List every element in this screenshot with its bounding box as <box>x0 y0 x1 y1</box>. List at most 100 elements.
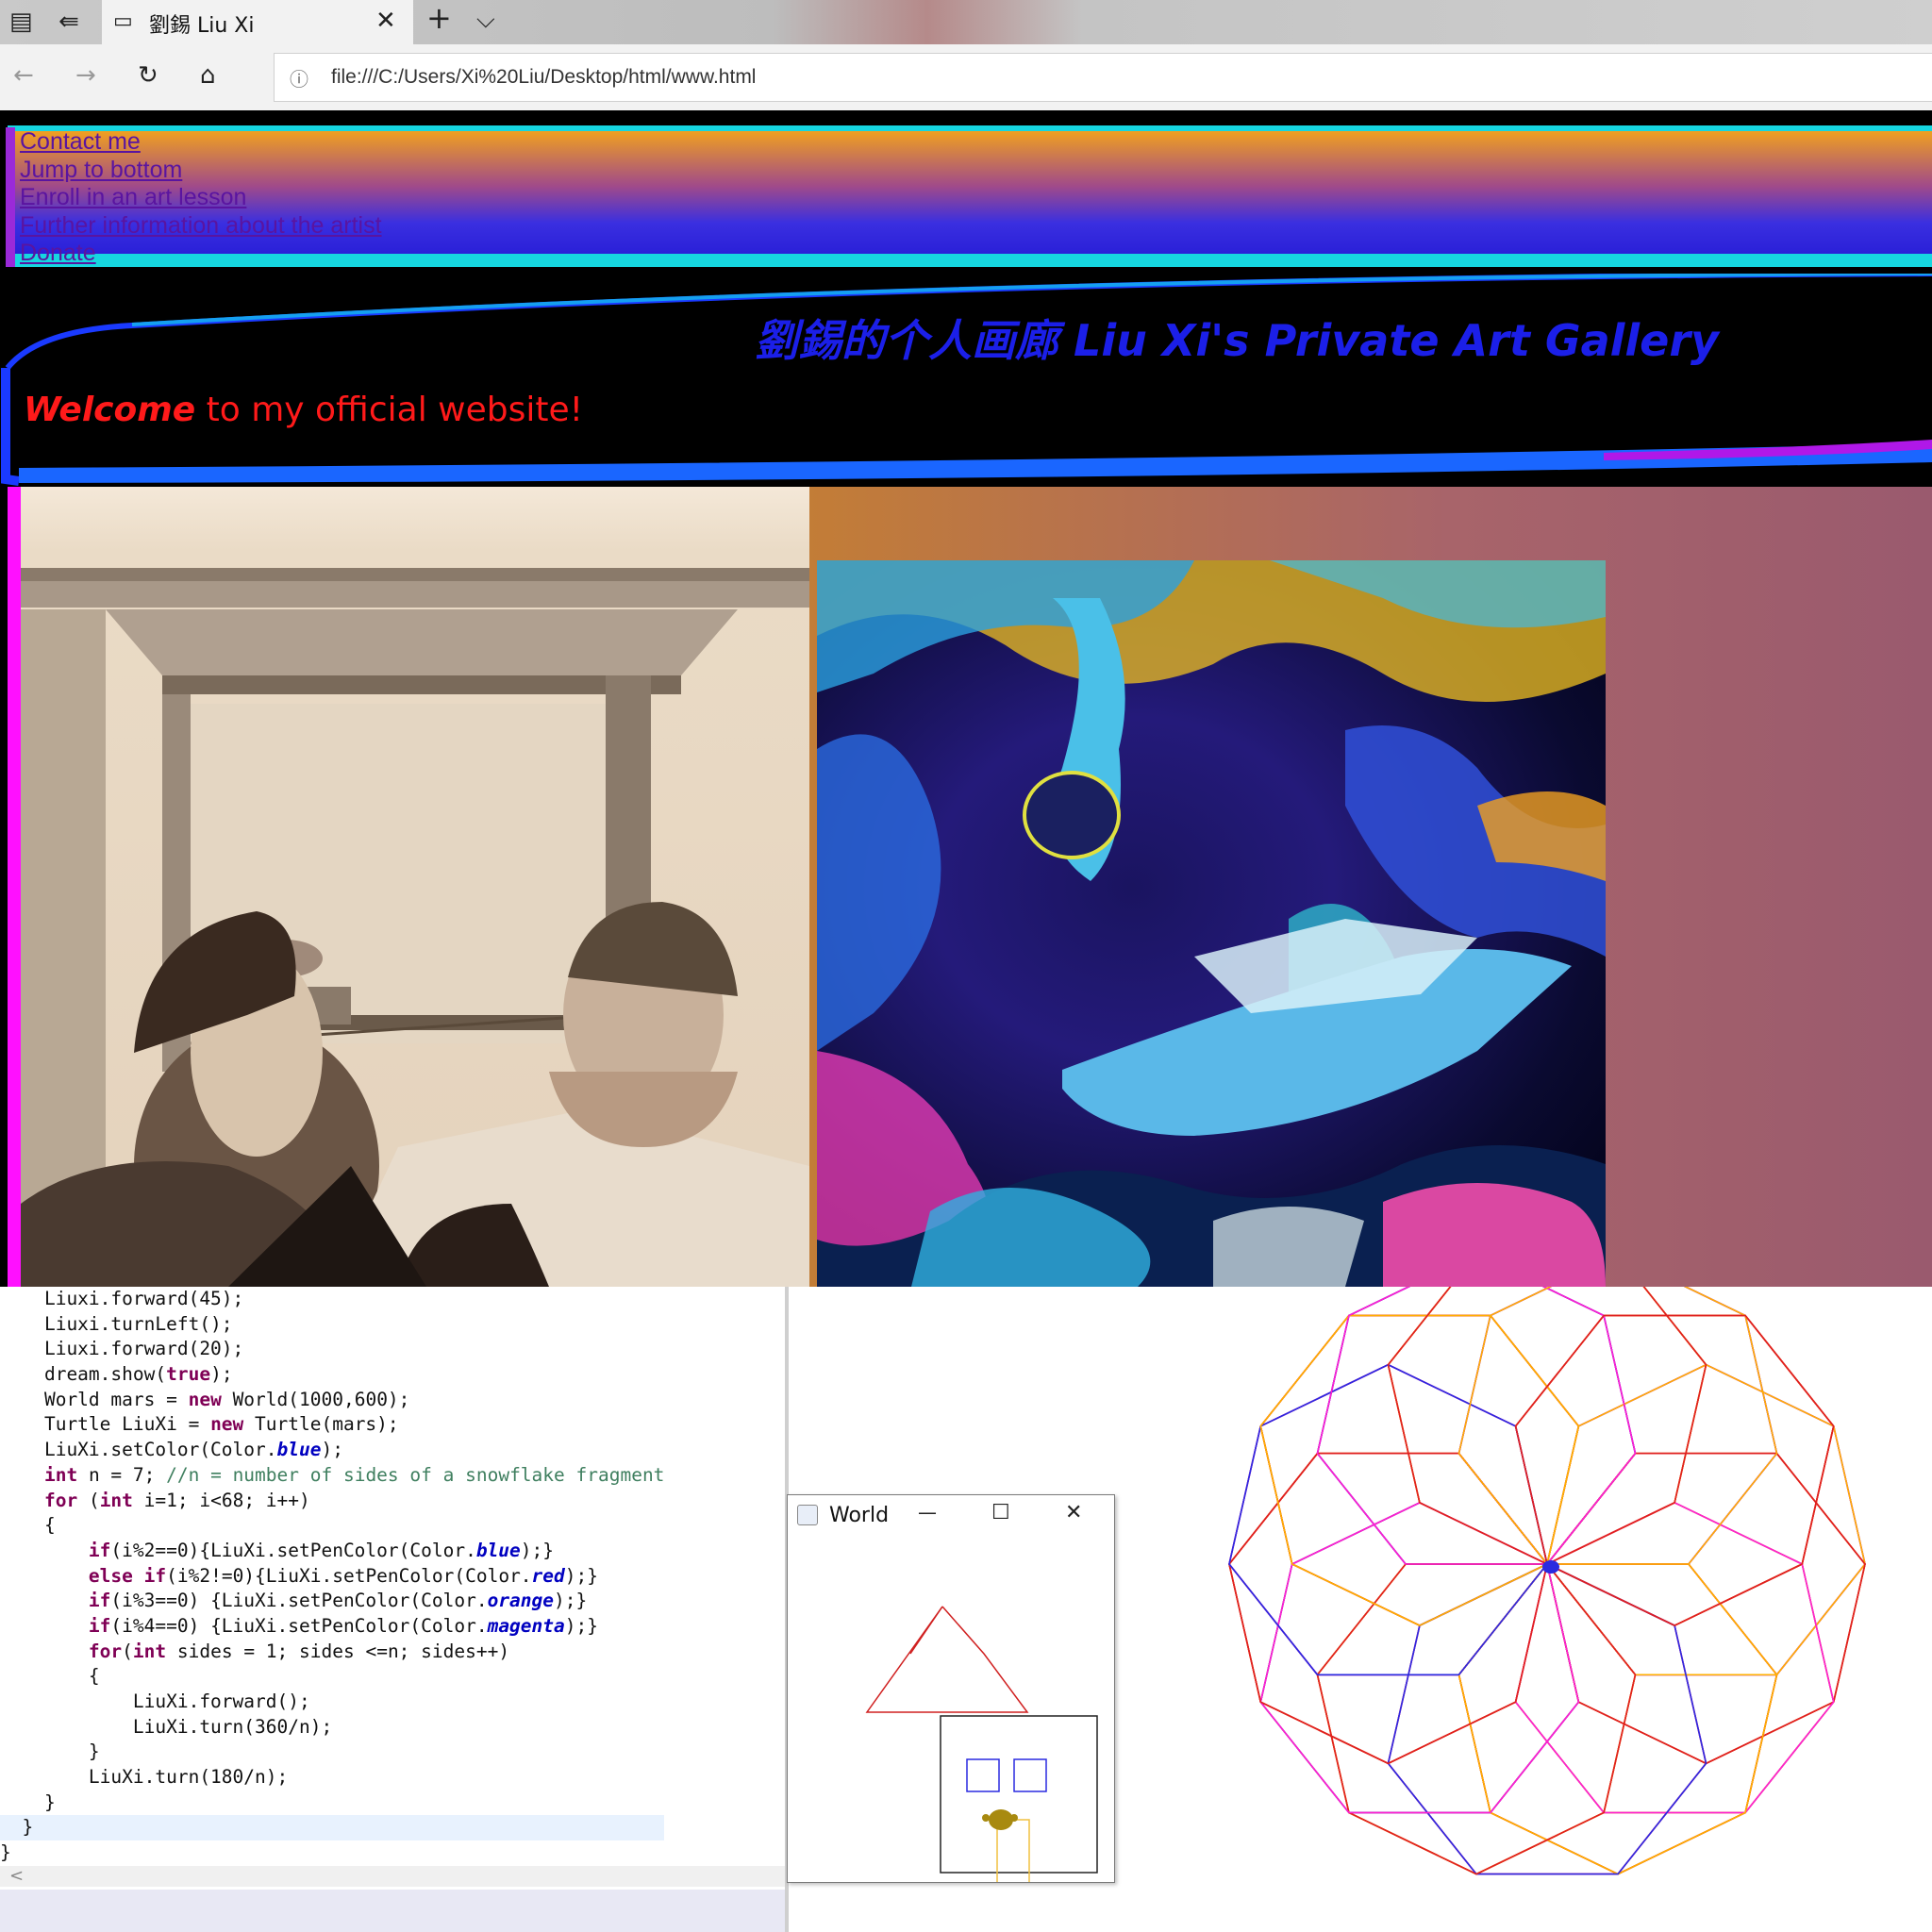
nav-item: Jump to bottom <box>20 157 382 185</box>
code-line: Liuxi.forward(20); <box>0 1338 244 1360</box>
snowflake-fragment <box>1514 1314 1835 1626</box>
donate-link[interactable]: Donate <box>20 240 96 266</box>
snowflake-fragment <box>1457 1287 1778 1565</box>
sketch-drawing <box>21 568 809 1287</box>
minimize-icon[interactable]: — <box>918 1501 937 1524</box>
code-line: if(i%2==0){LiuXi.setPenColor(Color.blue)… <box>88 1539 555 1561</box>
url-input[interactable]: ⓘ file:///C:/Users/Xi%20Liu/Desktop/html… <box>274 53 1932 102</box>
pencil-sketch-artwork[interactable] <box>21 487 809 1287</box>
snowflake-fragment <box>1514 1502 1835 1814</box>
editor-horizontal-scrollbar[interactable]: < <box>0 1866 785 1887</box>
code-line: if(i%3==0) {LiuXi.setPenColor(Color.oran… <box>88 1590 588 1612</box>
code-line: Turtle LiuXi = new Turtle(mars); <box>0 1413 399 1436</box>
snowflake-fragment <box>1316 1287 1637 1565</box>
snowflake-fragment <box>1514 1314 1835 1626</box>
contact-me-link[interactable]: Contact me <box>20 128 141 155</box>
snowflake-fragment <box>1259 1314 1580 1626</box>
header-swoosh <box>1 274 1932 486</box>
snowflake-fragment <box>1316 1563 1637 1875</box>
scroll-left-icon[interactable]: < <box>9 1866 24 1886</box>
code-line: LiuXi.turn(180/n); <box>0 1766 289 1789</box>
snowflake-fragment <box>1387 1563 1707 1875</box>
snowflake-fragment <box>1259 1502 1580 1814</box>
nav-item: Contact me <box>20 128 382 157</box>
snowflake-fragment <box>1316 1563 1637 1875</box>
gallery-magenta-stripe <box>8 487 21 1287</box>
code-lines: Liuxi.forward(45); Liuxi.turnLeft(); Liu… <box>0 1287 665 1866</box>
world-titlebar[interactable]: World — ☐ ✕ <box>788 1495 1114 1537</box>
snowflake-fragment <box>1387 1287 1707 1565</box>
enroll-art-lesson-link[interactable]: Enroll in an art lesson <box>20 184 246 210</box>
code-line: for (int i=1; i<68; i++) <box>43 1489 310 1511</box>
snowflake-fragment <box>1457 1287 1778 1565</box>
snowflake-fragment <box>1259 1502 1580 1814</box>
snowflake-fragment <box>1514 1502 1835 1814</box>
code-line: int n = 7; //n = number of sides of a sn… <box>43 1463 665 1486</box>
maximize-icon[interactable]: ☐ <box>991 1501 1010 1524</box>
code-line: for(int sides = 1; sides <=n; sides++) <box>88 1640 510 1662</box>
tab-actions-icon[interactable]: ▤ <box>9 9 33 34</box>
forward-arrow-icon[interactable]: → <box>75 63 96 88</box>
artist-info-link[interactable]: Further information about the artist <box>20 212 382 239</box>
jump-to-bottom-link[interactable]: Jump to bottom <box>20 157 182 183</box>
close-icon[interactable]: ✕ <box>1065 1501 1082 1524</box>
refresh-icon[interactable]: ↻ <box>138 63 158 88</box>
java-icon <box>797 1505 818 1525</box>
tab-menu-icon[interactable]: ⌵ <box>476 8 495 32</box>
welcome-message: Welcome to my official website! <box>24 391 583 429</box>
nav-item: Further information about the artist <box>20 212 382 241</box>
snowflake-spirograph <box>1228 1287 1866 1875</box>
world-title: World <box>829 1504 890 1527</box>
code-editor[interactable]: Liuxi.forward(45); Liuxi.turnLeft(); Liu… <box>0 1287 785 1932</box>
snowflake-fragment <box>1387 1563 1707 1875</box>
snowflake-fragment <box>1457 1287 1778 1565</box>
browser-tab-active[interactable]: ▭ 劉錫 Liu Xi ✕ <box>102 0 413 44</box>
new-tab-icon[interactable]: + <box>426 3 452 33</box>
ocean-watercolor-artwork[interactable] <box>817 560 1606 1287</box>
code-line: { <box>0 1665 100 1688</box>
snowflake-fragment <box>1316 1287 1637 1565</box>
browser-tab-bar: ▤ ⇚ ▭ 劉錫 Liu Xi ✕ + ⌵ <box>0 0 1932 44</box>
snowflake-fragment <box>1387 1287 1707 1565</box>
site-header: 劉錫的个人画廊 Liu Xi's Private Art Gallery Wel… <box>0 274 1932 487</box>
snowflake-fragment <box>1259 1502 1580 1814</box>
snowflake-fragment <box>1387 1287 1707 1565</box>
snowflake-fragment <box>1316 1563 1637 1875</box>
back-arrow-icon[interactable]: ← <box>13 63 34 88</box>
snowflake-fragment <box>1259 1314 1580 1626</box>
editor-status-strip <box>0 1890 785 1932</box>
snowflake-fragment <box>1316 1287 1637 1565</box>
snowflake-fragment <box>1259 1314 1580 1626</box>
set-tabs-aside-icon[interactable]: ⇚ <box>58 9 79 34</box>
snowflake-fragment <box>1457 1563 1778 1875</box>
address-bar-row: ← → ↻ ⌂ ⓘ file:///C:/Users/Xi%20Liu/Desk… <box>0 44 1932 110</box>
snowflake-fragment <box>1514 1314 1835 1626</box>
snowflake-fragment <box>1457 1563 1778 1875</box>
gallery-section <box>0 487 1932 1287</box>
snowflake-fragment <box>1387 1287 1707 1565</box>
close-tab-icon[interactable]: ✕ <box>375 8 396 33</box>
world-window[interactable]: World — ☐ ✕ <box>787 1494 1115 1883</box>
nav-left-stripe <box>6 127 15 267</box>
snowflake-fragment <box>1387 1287 1707 1565</box>
code-line: } <box>0 1740 100 1763</box>
code-line: if(i%4==0) {LiuXi.setPenColor(Color.mage… <box>88 1614 598 1637</box>
info-icon[interactable]: ⓘ <box>290 67 308 92</box>
snowflake-fragment <box>1316 1287 1637 1565</box>
code-line: Liuxi.forward(45); <box>0 1288 244 1309</box>
gallery-title: 劉錫的个人画廊 Liu Xi's Private Art Gallery <box>755 315 1720 366</box>
snowflake-fragment <box>1259 1314 1580 1626</box>
nav-item: Donate <box>20 240 382 268</box>
gallery-left-edge <box>0 487 8 1287</box>
snowflake-fragment <box>1457 1287 1778 1565</box>
house-drawing <box>865 1606 1098 1882</box>
nav-links: Contact me Jump to bottom Enroll in an a… <box>20 128 382 268</box>
code-line: World mars = new World(1000,600); <box>0 1388 410 1410</box>
code-line: LiuXi.setColor(Color.blue); <box>0 1439 343 1461</box>
url-text: file:///C:/Users/Xi%20Liu/Desktop/html/w… <box>331 66 757 88</box>
code-line: LiuXi.turn(360/n); <box>0 1715 333 1738</box>
home-icon[interactable]: ⌂ <box>200 63 216 88</box>
snowflake-fragment <box>1457 1563 1778 1875</box>
snowflake-fragment <box>1387 1563 1707 1875</box>
snowflake-fragment <box>1514 1314 1835 1626</box>
